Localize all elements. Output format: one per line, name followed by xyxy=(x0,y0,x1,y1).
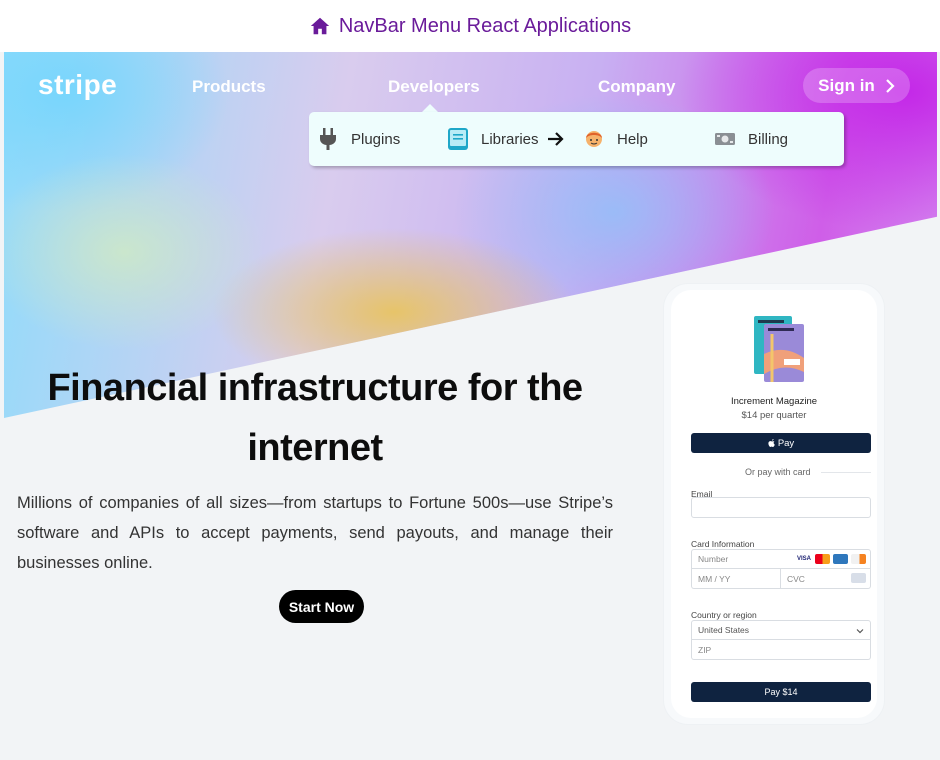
zip-field[interactable]: ZIP xyxy=(691,640,871,660)
apple-pay-label: Pay xyxy=(777,437,795,449)
start-now-button[interactable]: Start Now xyxy=(279,590,364,623)
dropdown-item-libraries[interactable]: Libraries xyxy=(447,112,565,166)
dropdown-item-billing[interactable]: Billing xyxy=(714,112,788,166)
dropdown-item-help[interactable]: Help xyxy=(583,112,648,166)
dropdown-label-billing: Billing xyxy=(748,130,789,148)
checkout-phone-mockup: Increment Magazine $14 per quarter Pay O… xyxy=(664,284,884,724)
home-icon xyxy=(310,17,329,35)
page-title-text: NavBar Menu React Applications xyxy=(338,14,632,37)
visa-icon: VISA xyxy=(797,556,812,562)
country-select[interactable]: United States xyxy=(691,620,871,640)
cvc-card-icon xyxy=(851,573,866,583)
plug-icon xyxy=(320,128,336,150)
hero-headline-line2: internet xyxy=(247,427,383,469)
email-field[interactable] xyxy=(691,497,871,518)
sign-in-label: Sign in xyxy=(818,75,875,95)
zip-placeholder: ZIP xyxy=(698,644,712,655)
person-icon xyxy=(586,131,602,147)
pay-button[interactable]: Pay $14 xyxy=(691,682,871,702)
product-name: Increment Magazine xyxy=(730,396,818,407)
hero-headline: Financial infrastructure for the interne… xyxy=(30,358,600,478)
checkout-card: Increment Magazine $14 per quarter Pay O… xyxy=(671,290,877,718)
apple-icon xyxy=(768,439,775,447)
or-pay-divider: Or pay with card xyxy=(691,467,871,477)
chevron-right-icon xyxy=(886,78,895,93)
magazine-cover-image xyxy=(754,316,804,382)
nav-products[interactable]: Products xyxy=(192,77,266,97)
nav-developers[interactable]: Developers xyxy=(388,77,480,97)
cvc-field[interactable]: CVC xyxy=(781,569,871,589)
nav-company[interactable]: Company xyxy=(598,77,675,97)
page-title: NavBar Menu React Applications xyxy=(0,0,940,52)
dropdown-label-libraries: Libraries xyxy=(481,130,539,148)
expiry-placeholder: MM / YY xyxy=(698,573,731,584)
chevron-down-icon xyxy=(856,629,864,634)
stripe-logo[interactable]: stripe xyxy=(38,69,117,101)
expiry-field[interactable]: MM / YY xyxy=(691,569,781,589)
sign-in-button[interactable]: Sign in xyxy=(803,68,910,103)
country-value: United States xyxy=(698,625,750,635)
hero-description: Millions of companies of all sizes—from … xyxy=(17,494,613,572)
dropdown-label-help: Help xyxy=(617,130,648,148)
arrow-right-icon xyxy=(547,132,564,146)
mastercard-icon xyxy=(815,554,830,564)
hero-headline-line1: Financial infrastructure for the xyxy=(47,367,583,409)
developers-dropdown: Plugins Libraries Help Billing xyxy=(309,112,844,166)
product-price: $14 per quarter xyxy=(741,410,807,421)
cvc-placeholder: CVC xyxy=(787,573,805,584)
card-number-field[interactable]: Number VISA xyxy=(691,549,871,569)
book-icon xyxy=(448,128,468,150)
apple-pay-button[interactable]: Pay xyxy=(691,433,871,453)
dropdown-caret xyxy=(422,104,438,112)
dropdown-label-plugins: Plugins xyxy=(351,130,401,148)
discover-icon xyxy=(851,554,866,564)
or-pay-text: Or pay with card xyxy=(745,467,811,477)
card-brand-logos: VISA xyxy=(797,554,866,564)
dropdown-item-plugins[interactable]: Plugins xyxy=(317,112,400,166)
card-info-label: Card Information xyxy=(691,539,755,549)
amex-icon xyxy=(833,554,848,564)
card-number-placeholder: Number xyxy=(698,554,729,564)
country-label: Country or region xyxy=(691,610,757,620)
money-icon xyxy=(715,133,735,145)
